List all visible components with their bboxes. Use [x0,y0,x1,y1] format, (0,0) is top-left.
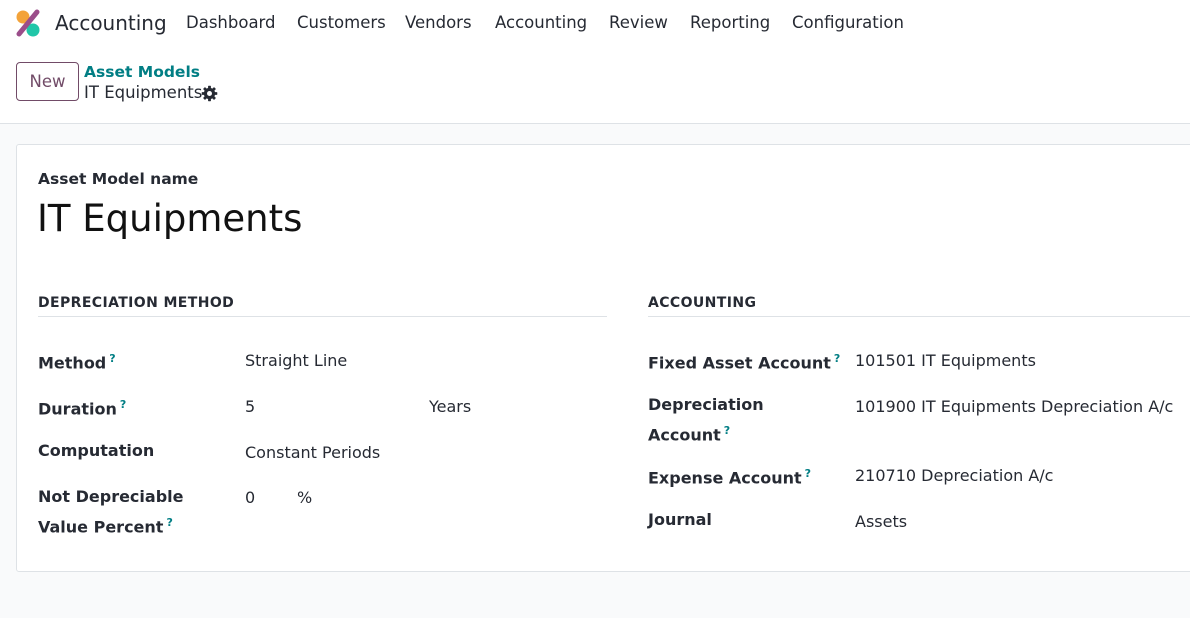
breadcrumb-asset-models[interactable]: Asset Models [84,63,200,81]
menu-reporting[interactable]: Reporting [690,13,770,32]
expense-account-label: Expense Account? [648,467,812,488]
depreciation-separator [38,316,607,317]
computation-label: Computation [38,441,155,460]
form-sheet: Asset Model name IT Equipments DEPRECIAT… [16,144,1190,572]
breadcrumb-current: IT Equipments [84,83,203,102]
not-depreciable-help-icon[interactable]: ? [166,516,172,529]
duration-unit-field[interactable]: Years [429,394,471,420]
new-button[interactable]: New [16,62,79,101]
computation-field[interactable]: Constant Periods [245,440,380,466]
asset-model-name-label: Asset Model name [38,170,199,188]
journal-field[interactable]: Assets [855,509,907,535]
app-name[interactable]: Accounting [55,11,167,35]
top-navbar: Accounting Dashboard Customers Vendors A… [0,0,1190,47]
menu-configuration[interactable]: Configuration [792,13,904,32]
accounting-separator [648,316,1190,317]
accounting-logo-icon[interactable] [14,9,42,37]
method-label: Method? [38,352,116,373]
depreciation-method-title: DEPRECIATION METHOD [38,295,235,311]
menu-accounting[interactable]: Accounting [495,13,587,32]
journal-label: Journal [648,510,712,529]
menu-customers[interactable]: Customers [297,13,386,32]
method-help-icon[interactable]: ? [109,352,115,365]
duration-field[interactable]: 5 [245,394,255,420]
not-depreciable-value-label: Not Depreciable Value Percent? [38,487,184,537]
fixed-asset-help-icon[interactable]: ? [834,352,840,365]
expense-account-help-icon[interactable]: ? [805,467,811,480]
control-panel: New Asset Models IT Equipments [0,47,1190,124]
accounting-title: ACCOUNTING [648,295,757,311]
fixed-asset-account-label: Fixed Asset Account? [648,352,841,373]
depreciation-account-help-icon[interactable]: ? [724,424,730,437]
menu-vendors[interactable]: Vendors [405,13,472,32]
expense-account-field[interactable]: 210710 Depreciation A/c [855,463,1053,489]
not-depreciable-value-field[interactable]: 0 [245,485,255,511]
depreciation-account-label: Depreciation Account? [648,395,764,445]
percent-sign: % [297,488,313,507]
gear-icon[interactable] [201,85,218,102]
depreciation-account-field[interactable]: 101900 IT Equipments Depreciation A/c [855,394,1173,420]
fixed-asset-account-field[interactable]: 101501 IT Equipments [855,348,1036,374]
menu-dashboard[interactable]: Dashboard [186,13,276,32]
asset-model-name-field[interactable]: IT Equipments [37,197,302,240]
duration-help-icon[interactable]: ? [120,398,126,411]
menu-review[interactable]: Review [609,13,668,32]
method-field[interactable]: Straight Line [245,348,347,374]
duration-label: Duration? [38,398,127,419]
